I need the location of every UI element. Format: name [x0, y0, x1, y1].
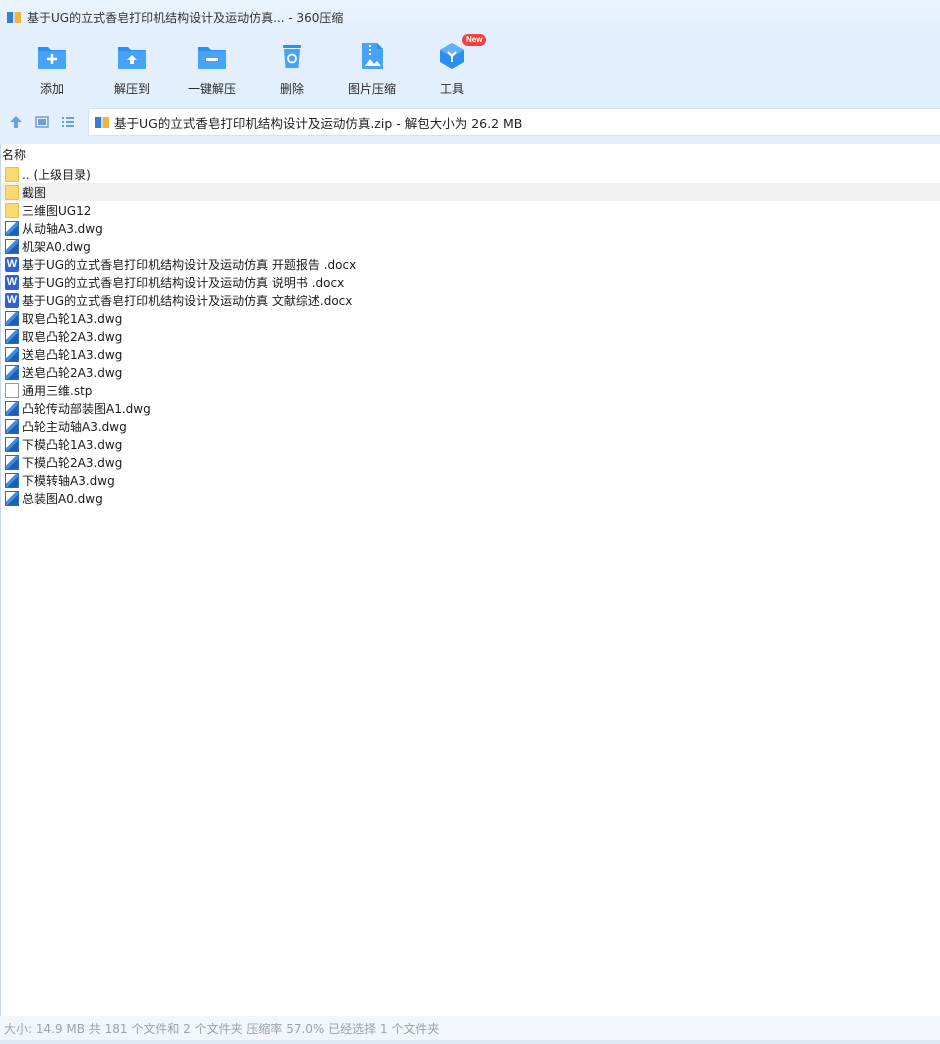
file-name: 从动轴A3.dwg: [22, 221, 103, 236]
extract-to-label: 解压到: [113, 82, 150, 96]
list-item[interactable]: 三维图UG12: [1, 201, 940, 219]
dwg-file-icon: [5, 328, 19, 344]
dwg-file-icon: [5, 346, 19, 362]
image-compress-label: 图片压缩: [347, 82, 396, 96]
folder-icon: [5, 166, 19, 182]
status-text: 大小: 14.9 MB 共 181 个文件和 2 个文件夹 压缩率 57.0% …: [4, 1021, 440, 1036]
extract-to-icon: [116, 40, 148, 72]
file-name: 下模转轴A3.dwg: [22, 473, 115, 488]
path-bar[interactable]: 基于UG的立式香皂打印机结构设计及运动仿真.zip - 解包大小为 26.2 M…: [88, 108, 940, 136]
list-item[interactable]: 下模凸轮1A3.dwg: [1, 435, 940, 453]
archive-path-text: 基于UG的立式香皂打印机结构设计及运动仿真.zip - 解包大小为 26.2 M…: [114, 115, 523, 131]
list-item[interactable]: 凸轮主动轴A3.dwg: [1, 417, 940, 435]
dwg-file-icon: [5, 436, 19, 452]
dwg-file-icon: [5, 490, 19, 506]
image-compress-icon: [356, 40, 388, 72]
toolbar: 添加 解压到 一键解压 删除 图片压缩 New 工具: [0, 34, 940, 106]
archive-app-icon: [6, 9, 22, 25]
one-click-extract-icon: [196, 40, 228, 72]
one-click-extract-button[interactable]: 一键解压: [172, 34, 252, 106]
file-name: 通用三维.stp: [22, 383, 93, 398]
word-document-icon: W: [5, 256, 19, 272]
list-item[interactable]: 送皂凸轮2A3.dwg: [1, 363, 940, 381]
list-item[interactable]: W 基于UG的立式香皂打印机结构设计及运动仿真 说明书 .docx: [1, 273, 940, 291]
recycle-bin-icon: [276, 40, 308, 72]
file-name: 凸轮主动轴A3.dwg: [22, 419, 127, 434]
dwg-file-icon: [5, 238, 19, 254]
list-item[interactable]: 送皂凸轮1A3.dwg: [1, 345, 940, 363]
list-view-icon[interactable]: [56, 110, 80, 134]
word-document-icon: W: [5, 292, 19, 308]
file-rows: .. (上级目录) 截图 三维图UG12 从动轴A3.dwg 机架A0.dwg W 基于UG…: [1, 165, 940, 507]
new-badge: New: [462, 34, 487, 46]
file-name: 基于UG的立式香皂打印机结构设计及运动仿真 文献综述.docx: [22, 293, 353, 308]
list-item[interactable]: 取皂凸轮1A3.dwg: [1, 309, 940, 327]
add-icon: [36, 40, 68, 72]
list-item[interactable]: 取皂凸轮2A3.dwg: [1, 327, 940, 345]
file-name: 机架A0.dwg: [22, 239, 91, 254]
dwg-file-icon: [5, 472, 19, 488]
file-name: 基于UG的立式香皂打印机结构设计及运动仿真 开题报告 .docx: [22, 257, 357, 272]
bottom-strip: [0, 1040, 940, 1044]
list-item[interactable]: 从动轴A3.dwg: [1, 219, 940, 237]
tools-label: 工具: [439, 82, 464, 96]
title-bar: 基于UG的立式香皂打印机结构设计及运动仿真... - 360压缩: [0, 0, 940, 34]
file-name: 取皂凸轮2A3.dwg: [22, 329, 123, 344]
dwg-file-icon: [5, 400, 19, 416]
file-name: 下模凸轮1A3.dwg: [22, 437, 123, 452]
list-item[interactable]: 截图: [1, 183, 940, 201]
dwg-file-icon: [5, 418, 19, 434]
dwg-file-icon: [5, 454, 19, 470]
delete-button[interactable]: 删除: [252, 34, 332, 106]
up-arrow-icon[interactable]: [4, 110, 28, 134]
image-compress-button[interactable]: 图片压缩: [332, 34, 412, 106]
one-click-extract-label: 一键解压: [187, 82, 236, 96]
word-document-icon: W: [5, 274, 19, 290]
file-name: 三维图UG12: [22, 203, 92, 218]
folder-icon: [5, 202, 19, 218]
file-name: .. (上级目录): [22, 167, 91, 182]
file-name: 凸轮传动部装图A1.dwg: [22, 401, 151, 416]
navigation-bar: 基于UG的立式香皂打印机结构设计及运动仿真.zip - 解包大小为 26.2 M…: [0, 106, 940, 138]
file-name: 基于UG的立式香皂打印机结构设计及运动仿真 说明书 .docx: [22, 275, 345, 290]
delete-label: 删除: [279, 82, 304, 96]
dwg-file-icon: [5, 310, 19, 326]
file-name: 送皂凸轮2A3.dwg: [22, 365, 123, 380]
extract-to-button[interactable]: 解压到: [92, 34, 172, 106]
generic-file-icon: [5, 382, 19, 398]
window-title: 基于UG的立式香皂打印机结构设计及运动仿真... - 360压缩: [27, 10, 344, 25]
tools-button[interactable]: New 工具: [412, 34, 492, 106]
file-name: 取皂凸轮1A3.dwg: [22, 311, 123, 326]
list-item[interactable]: 通用三维.stp: [1, 381, 940, 399]
list-item[interactable]: 下模转轴A3.dwg: [1, 471, 940, 489]
archive-path-icon: [94, 114, 110, 130]
list-item[interactable]: W 基于UG的立式香皂打印机结构设计及运动仿真 文献综述.docx: [1, 291, 940, 309]
status-bar: 大小: 14.9 MB 共 181 个文件和 2 个文件夹 压缩率 57.0% …: [0, 1016, 940, 1040]
add-button[interactable]: 添加: [12, 34, 92, 106]
dwg-file-icon: [5, 220, 19, 236]
list-item[interactable]: W 基于UG的立式香皂打印机结构设计及运动仿真 开题报告 .docx: [1, 255, 940, 273]
dwg-file-icon: [5, 364, 19, 380]
add-label: 添加: [39, 82, 64, 96]
list-item[interactable]: 机架A0.dwg: [1, 237, 940, 255]
file-name: 总装图A0.dwg: [22, 491, 103, 506]
file-name: 截图: [22, 185, 47, 200]
file-name: 送皂凸轮1A3.dwg: [22, 347, 123, 362]
folder-icon: [5, 184, 19, 200]
list-item[interactable]: 下模凸轮2A3.dwg: [1, 453, 940, 471]
file-name: 下模凸轮2A3.dwg: [22, 455, 123, 470]
tools-icon: [436, 40, 468, 72]
list-item[interactable]: 凸轮传动部装图A1.dwg: [1, 399, 940, 417]
preview-view-icon[interactable]: [30, 110, 54, 134]
list-item[interactable]: .. (上级目录): [1, 165, 940, 183]
column-header-name[interactable]: 名称: [1, 144, 940, 165]
list-item[interactable]: 总装图A0.dwg: [1, 489, 940, 507]
file-list[interactable]: 名称 .. (上级目录) 截图 三维图UG12 从动轴A3.dwg 机架A0.dwg W 基…: [0, 144, 940, 1016]
